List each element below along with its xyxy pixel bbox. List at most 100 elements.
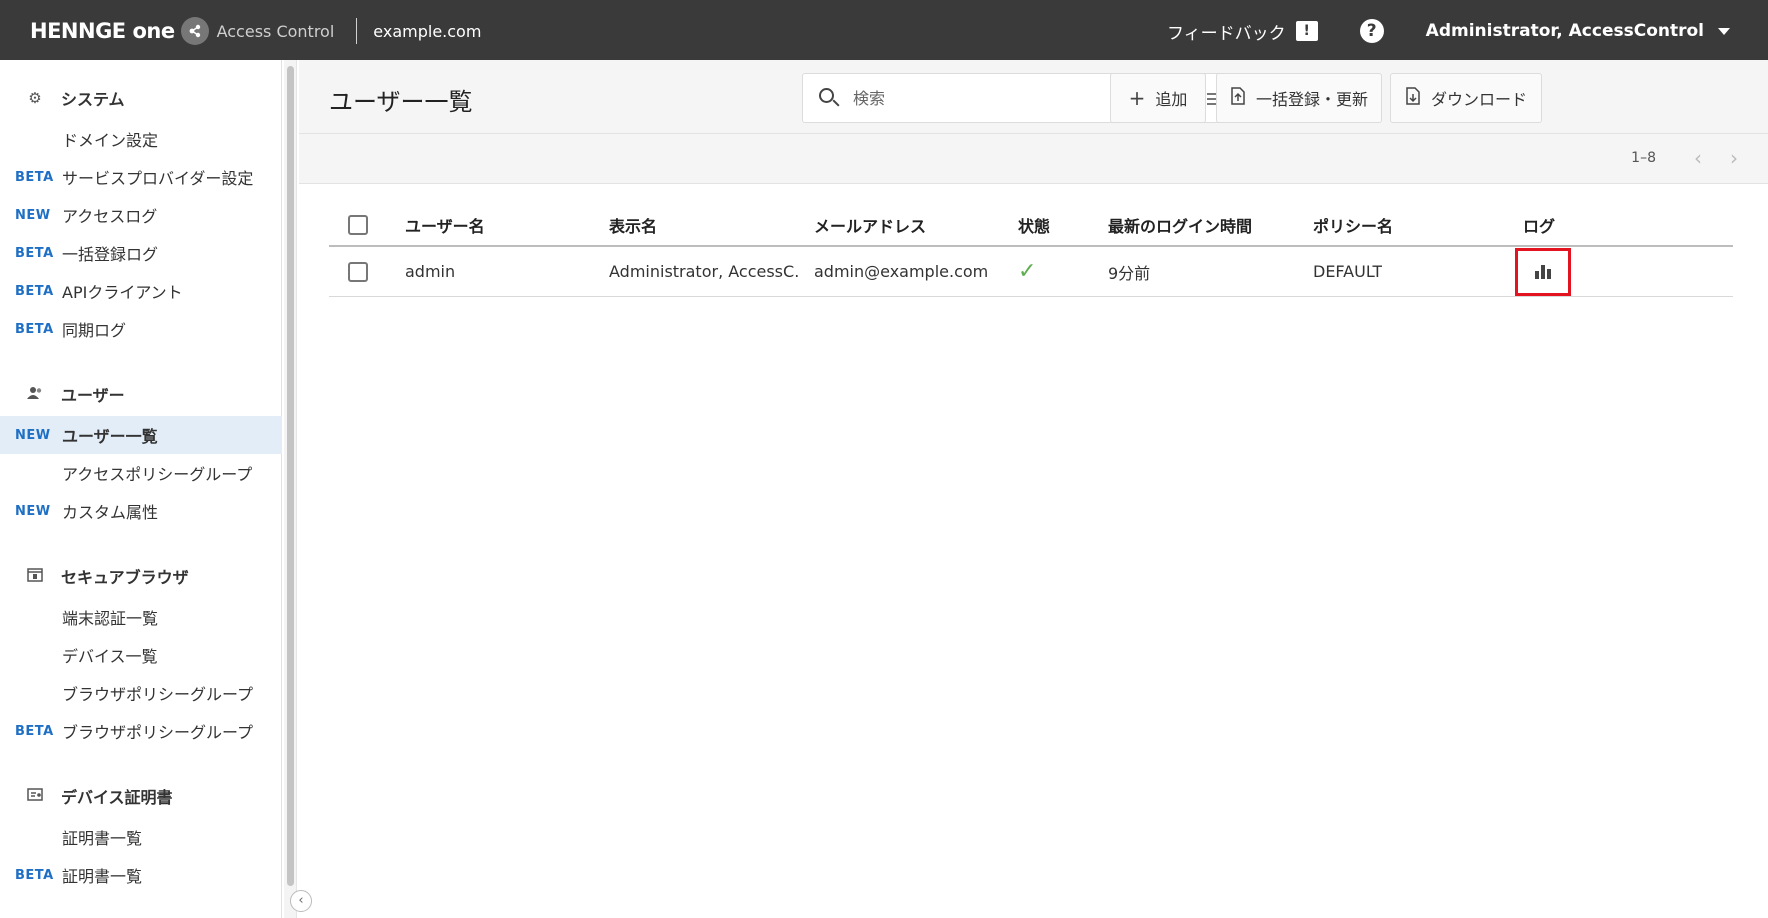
sidebar-item-certificate-list-beta[interactable]: BETA 証明書一覧 (0, 856, 282, 894)
section-title: デバイス証明書 (61, 788, 173, 807)
users-icon (27, 386, 43, 402)
sidebar-item-domain-settings[interactable]: ドメイン設定 (0, 120, 282, 158)
main-content: ユーザー一覧 + 追加 一括登録・更新 ダウンロード (299, 60, 1768, 918)
sidebar-item-label: カスタム属性 (62, 503, 159, 522)
browser-icon (27, 568, 43, 584)
check-icon: ✓ (1018, 259, 1037, 284)
sidebar-item-sync-log[interactable]: BETA 同期ログ (0, 310, 282, 348)
select-all-checkbox[interactable] (348, 214, 368, 235)
sidebar-item-access-log[interactable]: NEW アクセスログ (0, 196, 282, 234)
column-header-status[interactable]: 状態 (1018, 204, 1050, 245)
sidebar-item-label: アクセスポリシーグループ (62, 465, 253, 484)
section-title: セキュアブラウザ (61, 568, 189, 587)
beta-badge: BETA (15, 169, 54, 185)
sidebar-item-label: ドメイン設定 (62, 131, 159, 150)
chevron-down-icon (1718, 27, 1730, 35)
user-menu[interactable]: Administrator, AccessControl (1426, 21, 1730, 41)
sidebar-item-device-list[interactable]: デバイス一覧 (0, 636, 282, 674)
user-name: Administrator, AccessControl (1425, 21, 1704, 41)
upload-file-icon (1230, 86, 1246, 110)
brand[interactable]: HENNGE one Access Control example.com (30, 15, 481, 47)
sidebar-item-label: サービスプロバイダー設定 (62, 169, 254, 188)
search-icon (819, 88, 840, 108)
chevron-right-icon[interactable]: › (1730, 146, 1738, 170)
feedback-icon: ! (1295, 21, 1318, 41)
beta-badge: BETA (15, 321, 54, 337)
column-header-username[interactable]: ユーザー名 (405, 204, 485, 245)
sidebar-item-certificate-list[interactable]: 証明書一覧 (0, 818, 282, 856)
sidebar-item-label: APIクライアント (62, 283, 183, 302)
sidebar-item-bulk-log[interactable]: BETA 一括登録ログ (0, 234, 282, 272)
table-row[interactable]: admin Administrator, AccessC... admin@ex… (329, 247, 1733, 297)
cell-username[interactable]: admin (405, 247, 455, 296)
download-button[interactable]: ダウンロード (1390, 73, 1542, 123)
bar-chart-icon[interactable] (1515, 247, 1571, 296)
sidebar-item-label: ブラウザポリシーグループ (62, 723, 254, 742)
column-header-email[interactable]: メールアドレス (814, 204, 926, 245)
brand-logo: HENNGE one (30, 19, 175, 43)
sidebar-item-label: 端末認証一覧 (62, 609, 159, 628)
beta-badge: BETA (15, 867, 54, 883)
select-all-checkbox-cell (348, 204, 368, 245)
row-checkbox-cell (348, 247, 368, 296)
certificate-icon (27, 788, 43, 804)
page-title: ユーザー一覧 (329, 88, 473, 116)
column-header-policy[interactable]: ポリシー名 (1313, 204, 1393, 245)
feedback-label: フィードバック (1167, 23, 1286, 44)
sidebar-item-label: ユーザー一覧 (62, 427, 158, 446)
sidebar-item-browser-policy-group-beta[interactable]: BETA ブラウザポリシーグループ (0, 712, 282, 750)
sidebar-item-access-policy-group[interactable]: アクセスポリシーグループ (0, 454, 282, 492)
column-header-log: ログ (1523, 216, 1556, 236)
sidebar-item-device-auth-list[interactable]: 端末認証一覧 (0, 598, 282, 636)
cell-status: ✓ (1018, 247, 1036, 296)
page-header: ユーザー一覧 + 追加 一括登録・更新 ダウンロード (299, 60, 1768, 134)
help-icon[interactable]: ? (1359, 19, 1384, 43)
beta-badge: BETA (15, 245, 54, 261)
cell-policy: DEFAULT (1313, 262, 1383, 281)
cell-email: admin@example.com (814, 262, 989, 281)
chevron-left-icon[interactable]: ‹ (1694, 146, 1702, 170)
gear-icon: ⚙ (28, 89, 42, 107)
sidebar-section-system: ⚙ システム (0, 80, 125, 116)
top-bar: HENNGE one Access Control example.com フィ… (0, 0, 1768, 60)
add-button-label: 追加 (1155, 90, 1188, 109)
beta-badge: BETA (15, 723, 54, 739)
cell-display-name: Administrator, AccessC... (609, 262, 799, 281)
sidebar: ⚙ システム ドメイン設定 BETA サービスプロバイダー設定 NEW アクセス… (0, 60, 282, 918)
table-header-row: ユーザー名 表示名 メールアドレス 状態 最新のログイン時間 ポリシー名 ログ (329, 204, 1733, 247)
download-button-label: ダウンロード (1430, 90, 1527, 109)
row-checkbox[interactable] (348, 261, 368, 282)
column-header-display-name[interactable]: 表示名 (609, 204, 657, 245)
scrollbar-thumb[interactable] (287, 66, 294, 886)
sidebar-item-label: 一括登録ログ (62, 245, 159, 264)
sidebar-item-browser-policy-group[interactable]: ブラウザポリシーグループ (0, 674, 282, 712)
pagination-range: 1–8 (1631, 150, 1656, 166)
section-title: システム (61, 90, 125, 109)
sidebar-item-user-list[interactable]: NEW ユーザー一覧 (0, 416, 282, 454)
new-badge: NEW (15, 427, 51, 443)
cell-log (1515, 247, 1571, 296)
sidebar-item-label: デバイス一覧 (62, 647, 158, 666)
sidebar-item-custom-attributes[interactable]: NEW カスタム属性 (0, 492, 282, 530)
sidebar-section-users: ユーザー (0, 376, 125, 412)
new-badge: NEW (15, 503, 51, 519)
bulk-update-button-label: 一括登録・更新 (1255, 90, 1368, 109)
column-header-last-login[interactable]: 最新のログイン時間 (1108, 204, 1252, 245)
sidebar-scrollbar[interactable] (284, 60, 297, 918)
pagination-bar: 1–8 ‹ › (299, 134, 1768, 184)
sidebar-section-device-cert: デバイス証明書 (0, 778, 173, 814)
brand-logo-icon (180, 17, 209, 45)
sidebar-item-label: 証明書一覧 (62, 867, 143, 886)
bulk-update-button[interactable]: 一括登録・更新 (1216, 73, 1382, 123)
beta-badge: BETA (15, 283, 54, 299)
download-file-icon (1405, 86, 1421, 110)
feedback-button[interactable]: フィードバック ! (1167, 19, 1318, 44)
cell-last-login: 9分前 (1108, 263, 1151, 283)
brand-divider (356, 18, 358, 44)
add-button[interactable]: + 追加 (1110, 73, 1206, 123)
sidebar-item-label: アクセスログ (62, 207, 158, 226)
topbar-actions: フィードバック ! ? Administrator, AccessControl (1167, 14, 1730, 48)
domain-name: example.com (373, 21, 482, 41)
sidebar-item-api-client[interactable]: BETA APIクライアント (0, 272, 282, 310)
sidebar-item-service-provider[interactable]: BETA サービスプロバイダー設定 (0, 158, 282, 196)
